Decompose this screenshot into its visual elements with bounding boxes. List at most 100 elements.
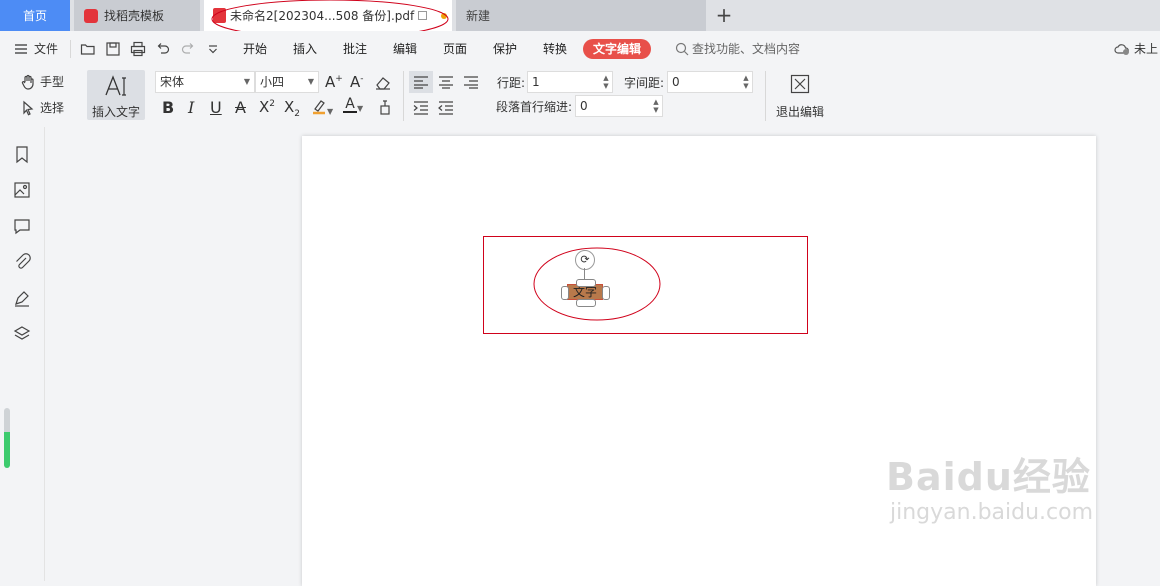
tab-template-label: 找稻壳模板 (104, 9, 165, 23)
search-icon (675, 42, 689, 56)
font-color-button[interactable]: A ▼ (343, 97, 363, 113)
spinner-arrows-icon[interactable]: ▲ ▼ (602, 74, 610, 90)
cloud-icon (1114, 42, 1130, 56)
baidu-jingyan-watermark: Baidu经验 jingyan.baidu.com (886, 455, 1093, 527)
search-placeholder: 查找功能、文档内容 (692, 42, 801, 56)
resize-handle-left[interactable] (561, 286, 569, 300)
tab-bar: 首页 找稻壳模板 未命名2[202304...508 备份].pdf 新建 + (0, 0, 1160, 39)
align-right-icon[interactable] (463, 75, 479, 89)
redo-icon[interactable] (180, 41, 196, 57)
rotate-handle-icon[interactable]: ⟳ (575, 250, 595, 270)
tab-new[interactable]: 新建 (456, 0, 706, 31)
first-line-indent-input[interactable]: 0 ▲ ▼ (575, 95, 663, 117)
bookmark-icon[interactable] (12, 144, 32, 164)
underline-icon[interactable]: U (210, 98, 222, 117)
watermark-url: jingyan.baidu.com (890, 500, 1094, 525)
quick-access-dropdown-icon[interactable] (205, 41, 221, 57)
menu-annotate[interactable]: 批注 (343, 40, 367, 57)
menu-edit[interactable]: 编辑 (393, 40, 417, 57)
line-spacing-value: 1 (532, 75, 540, 89)
text-edit-ribbon: 手型 选择 插入文字 宋体 ▼ 小四 ▼ A+ A- B I U A X2 X2… (0, 67, 1160, 127)
char-spacing-input[interactable]: 0 ▲ ▼ (667, 71, 753, 93)
docer-logo-icon (84, 8, 98, 23)
align-center-icon[interactable] (438, 75, 454, 89)
menu-convert[interactable]: 转换 (543, 40, 567, 57)
open-folder-icon[interactable] (80, 41, 96, 57)
attachment-paperclip-icon[interactable] (12, 252, 32, 272)
decrease-indent-icon[interactable] (438, 101, 454, 115)
highlighter-icon (311, 98, 327, 116)
chevron-down-icon: ▼ (327, 107, 334, 116)
font-family-value: 宋体 (160, 75, 185, 89)
menu-protect[interactable]: 保护 (493, 40, 517, 57)
insert-text-button[interactable]: 插入文字 (87, 70, 145, 120)
font-size-select[interactable]: 小四 ▼ (255, 71, 319, 93)
menu-text-edit-active[interactable]: 文字编辑 (583, 39, 651, 59)
spinner-arrows-icon[interactable]: ▲ ▼ (652, 98, 660, 114)
highlight-color-button[interactable]: ▼ (311, 98, 333, 116)
italic-icon[interactable]: I (188, 98, 194, 117)
font-size-value: 小四 (260, 75, 285, 89)
increase-font-size-icon[interactable]: A+ (325, 73, 343, 91)
insert-text-icon (104, 75, 128, 97)
chevron-down-icon: ▼ (307, 77, 314, 86)
chevron-down-icon: ▼ (243, 77, 250, 86)
resize-handle-bottom[interactable] (576, 299, 596, 307)
resize-handle-right[interactable] (602, 286, 610, 300)
cursor-arrow-icon (20, 100, 36, 116)
line-spacing-input[interactable]: 1 ▲ ▼ (527, 71, 613, 93)
undo-icon[interactable] (155, 41, 171, 57)
format-painter-icon[interactable] (377, 98, 393, 116)
file-menu[interactable]: 文件 (14, 40, 58, 57)
divider (765, 71, 766, 121)
align-left-icon (413, 75, 429, 89)
hand-icon (20, 74, 36, 90)
layers-icon[interactable] (12, 324, 32, 344)
divider (403, 71, 404, 121)
image-icon[interactable] (12, 180, 32, 200)
increase-indent-icon[interactable] (413, 101, 429, 115)
menu-page[interactable]: 页面 (443, 40, 467, 57)
resize-handle-top[interactable] (576, 279, 596, 287)
insert-text-label: 插入文字 (91, 105, 140, 119)
save-icon[interactable] (105, 41, 121, 57)
cloud-sync-status[interactable]: 未上 (1114, 40, 1158, 57)
exit-edit-button[interactable]: 退出编辑 (772, 70, 828, 122)
add-tab-icon[interactable]: + (712, 4, 736, 26)
line-spacing-label: 行距: (497, 76, 526, 90)
tab-home[interactable]: 首页 (0, 0, 70, 31)
strikethrough-icon[interactable]: A (235, 98, 246, 117)
font-color-icon: A (343, 97, 357, 113)
menu-bar: 文件 开始 插入 批注 编辑 页面 保护 转换 文字编辑 查找功能、文档内容 未… (0, 31, 1160, 67)
clear-format-eraser-icon[interactable] (374, 74, 392, 90)
font-family-select[interactable]: 宋体 ▼ (155, 71, 255, 93)
hand-tool-button[interactable]: 手型 (20, 73, 64, 90)
file-menu-label: 文件 (34, 42, 59, 56)
menu-home[interactable]: 开始 (243, 40, 267, 57)
watermark-brand: Baidu经验 (886, 455, 1091, 499)
menu-insert[interactable]: 插入 (293, 40, 317, 57)
subscript-icon[interactable]: X2 (284, 98, 300, 119)
char-spacing-label: 字间距: (624, 76, 665, 90)
spinner-arrows-icon[interactable]: ▲ ▼ (742, 74, 750, 90)
select-tool-button[interactable]: 选择 (20, 99, 64, 116)
tab-template[interactable]: 找稻壳模板 (74, 0, 200, 31)
decrease-font-size-icon[interactable]: A- (350, 73, 364, 91)
comment-icon[interactable] (12, 216, 32, 236)
divider (70, 40, 71, 58)
superscript-icon[interactable]: X2 (259, 98, 275, 116)
bold-icon[interactable]: B (162, 98, 174, 117)
search-function[interactable]: 查找功能、文档内容 (675, 40, 800, 57)
align-left-button[interactable] (409, 71, 433, 93)
close-box-icon (790, 74, 810, 94)
exit-edit-label: 退出编辑 (775, 105, 824, 119)
inserted-text-content: 文字 (572, 285, 597, 299)
select-tool-label: 选择 (40, 101, 65, 115)
hamburger-icon (14, 43, 28, 55)
signature-pen-icon[interactable] (12, 288, 32, 308)
chevron-down-icon: ▼ (357, 104, 364, 113)
tab-new-label: 新建 (466, 9, 491, 23)
scroll-handle[interactable] (4, 408, 10, 468)
char-spacing-value: 0 (672, 75, 680, 89)
print-icon[interactable] (130, 41, 146, 57)
